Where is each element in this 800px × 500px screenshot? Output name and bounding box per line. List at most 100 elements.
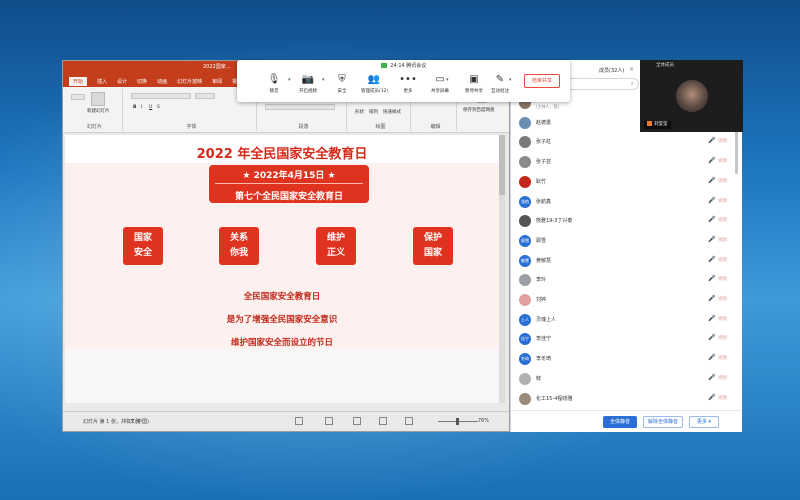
- list-item[interactable]: 张子虹 🎤 视频: [511, 133, 741, 151]
- mic-muted-icon[interactable]: 🎤: [708, 374, 715, 381]
- list-item[interactable]: 李玲 🎤 视频: [511, 271, 741, 289]
- mic-muted-icon[interactable]: 🎤: [708, 157, 715, 164]
- video-off-label[interactable]: 视频: [718, 316, 727, 322]
- avatar: [519, 156, 531, 169]
- list-item[interactable]: 上人 灵魂上人 🎤 视频: [511, 311, 741, 329]
- close-icon[interactable]: ✕: [629, 66, 634, 73]
- chevron-down-icon[interactable]: ▾: [509, 77, 512, 83]
- tab-review[interactable]: 审阅: [212, 78, 222, 85]
- save-cloud-button[interactable]: 保存到百度网盘: [463, 107, 495, 113]
- video-off-label[interactable]: 视频: [718, 276, 727, 282]
- mic-muted-icon[interactable]: 🎤: [708, 394, 715, 401]
- mic-muted-icon[interactable]: 🎤: [708, 256, 715, 263]
- video-tile[interactable]: 全体成员 刘莹莹: [640, 60, 743, 132]
- shadow-button[interactable]: S: [157, 105, 160, 110]
- tab-transitions[interactable]: 切换: [137, 78, 147, 85]
- chevron-down-icon[interactable]: ▾: [446, 77, 449, 83]
- shapes-button[interactable]: 形状: [355, 109, 364, 115]
- unmute-all-button[interactable]: 解除全体静音: [643, 416, 683, 428]
- comments-icon[interactable]: [325, 417, 333, 425]
- tab-slideshow[interactable]: 幻灯片放映: [177, 78, 202, 85]
- notes-icon[interactable]: [295, 417, 303, 425]
- camera-button[interactable]: 📷 开启视频: [295, 73, 321, 99]
- list-item[interactable]: 鲜 🎤 视频: [511, 370, 741, 388]
- language-indicator[interactable]: 中文(中国): [125, 418, 149, 425]
- stop-share-button[interactable]: ▣ 暂停共享: [461, 73, 487, 99]
- normal-view-icon[interactable]: [353, 417, 361, 425]
- list-item[interactable]: 熊雅19-3丁兴泰 🎤 视频: [511, 212, 741, 230]
- mic-muted-icon[interactable]: 🎤: [708, 177, 715, 184]
- pillar-box: 国家 安全: [123, 227, 163, 265]
- list-item[interactable]: 张子芸 🎤 视频: [511, 153, 741, 171]
- slide-canvas[interactable]: 2022 年全民国家安全教育日 ★ 2022年4月15日 ★ 第七个全民国家安全…: [65, 135, 505, 403]
- font-size-select[interactable]: [195, 93, 215, 99]
- italic-button[interactable]: I: [141, 105, 142, 110]
- stop-share-icon: ▣: [469, 74, 479, 85]
- chevron-down-icon[interactable]: ▾: [288, 77, 291, 83]
- date-divider: [215, 183, 363, 184]
- list-item[interactable]: 耿竹 🎤 视频: [511, 173, 741, 191]
- mic-muted-icon[interactable]: 🎤: [708, 236, 715, 243]
- tab-insert[interactable]: 插入: [97, 78, 107, 85]
- mic-muted-icon[interactable]: 🎤: [708, 137, 715, 144]
- video-off-label[interactable]: 视频: [718, 355, 727, 361]
- new-slide-button[interactable]: 新建幻灯片: [87, 108, 110, 114]
- meeting-header: 24:14 腾讯会议: [237, 62, 570, 69]
- video-off-label[interactable]: 视频: [718, 198, 727, 204]
- list-item[interactable]: 张航 张航鑫 🎤 视频: [511, 193, 741, 211]
- bold-button[interactable]: B: [133, 105, 136, 110]
- tab-design[interactable]: 设计: [117, 78, 127, 85]
- shield-button[interactable]: ⛨ 安全: [329, 73, 355, 99]
- video-off-label[interactable]: 视频: [718, 158, 727, 164]
- slide-footer-area: [65, 349, 499, 403]
- video-off-label[interactable]: 视频: [718, 257, 727, 263]
- tab-home[interactable]: 开始: [69, 76, 88, 86]
- slide-scrollbar[interactable]: [499, 135, 505, 195]
- member-panel-title: 成员(32人): [599, 68, 625, 74]
- mute-all-button[interactable]: 全体静音: [603, 416, 637, 428]
- mic-muted-icon[interactable]: 🎤: [708, 315, 715, 322]
- quick-styles-button[interactable]: 快速样式: [383, 109, 401, 115]
- alignment-toolbar[interactable]: [265, 104, 335, 110]
- video-off-label[interactable]: 视频: [718, 395, 727, 401]
- list-item[interactable]: 刘婷 🎤 视频: [511, 291, 741, 309]
- video-off-label[interactable]: 视频: [718, 138, 727, 144]
- mic-muted-icon[interactable]: 🎤: [708, 275, 715, 282]
- font-family-select[interactable]: [131, 93, 191, 99]
- end-share-button[interactable]: 结束共享: [524, 74, 560, 88]
- tab-animations[interactable]: 动画: [157, 78, 167, 85]
- underline-button[interactable]: U: [149, 105, 152, 110]
- list-item[interactable]: 敏慧 黄敏慧 🎤 视频: [511, 252, 741, 270]
- list-item[interactable]: 佳宁 李佳宁 🎤 视频: [511, 330, 741, 348]
- chevron-down-icon[interactable]: ▾: [322, 77, 325, 83]
- mic-muted-icon[interactable]: 🎤: [708, 216, 715, 223]
- share-button[interactable]: ▭ 共享屏幕: [427, 73, 453, 99]
- video-off-label[interactable]: 视频: [718, 296, 727, 302]
- list-item[interactable]: 顾雪 顾雪 🎤 视频: [511, 232, 741, 250]
- mic-muted-icon[interactable]: 🎤: [708, 295, 715, 302]
- sorter-view-icon[interactable]: [379, 417, 387, 425]
- list-item[interactable]: 冬琦 李冬琦 🎤 视频: [511, 350, 741, 368]
- mic-button[interactable]: 🎙 静音: [261, 73, 287, 99]
- video-off-label[interactable]: 视频: [718, 217, 727, 223]
- more-options-button[interactable]: 更多 ▾: [689, 416, 719, 428]
- slide-body-line: 是为了增强全民国家安全意识: [226, 315, 338, 325]
- video-off-label[interactable]: 视频: [718, 375, 727, 381]
- members-button[interactable]: 👥 管理成员(32): [361, 73, 388, 99]
- arrange-button[interactable]: 排列: [369, 109, 378, 115]
- reading-view-icon[interactable]: [405, 417, 413, 425]
- paste-button[interactable]: [71, 94, 85, 100]
- video-off-label[interactable]: 视频: [718, 178, 727, 184]
- zoom-level[interactable]: 76%: [478, 418, 489, 424]
- video-off-label[interactable]: 视频: [718, 237, 727, 243]
- list-item[interactable]: 化工15-4程晓雅 🎤 视频: [511, 390, 741, 408]
- toolbar-button-label: 暂停共享: [465, 89, 483, 94]
- mic-muted-icon[interactable]: 🎤: [708, 197, 715, 204]
- new-slide-icon[interactable]: [91, 92, 105, 106]
- mic-muted-icon[interactable]: 🎤: [708, 334, 715, 341]
- zoom-slider-thumb[interactable]: [456, 418, 459, 425]
- mic-muted-icon[interactable]: 🎤: [708, 354, 715, 361]
- group-label-drawing: 绘图: [375, 124, 386, 130]
- more-button[interactable]: ••• 更多: [395, 73, 421, 99]
- video-off-label[interactable]: 视频: [718, 335, 727, 341]
